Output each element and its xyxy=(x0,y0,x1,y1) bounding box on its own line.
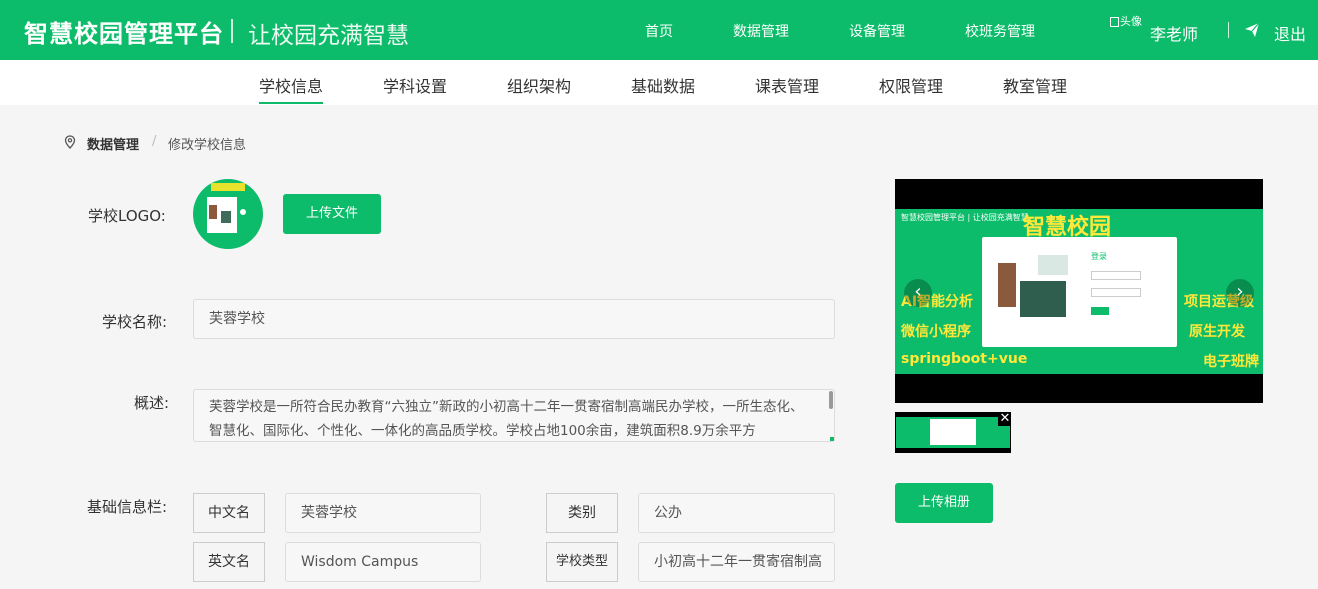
upload-file-button[interactable]: 上传文件 xyxy=(283,194,381,234)
tab-basic-data[interactable]: 基础数据 xyxy=(631,73,695,97)
carousel-slide: 智慧校园管理平台 | 让校园充满智慧 智慧校园 登录 AI智能分析 微信小程序 … xyxy=(895,209,1263,374)
top-header: 智慧校园管理平台 让校园充满智慧 首页 数据管理 设备管理 校班务管理 头像 李… xyxy=(0,0,1318,60)
avatar-alt-text: 头像 xyxy=(1120,15,1142,28)
slide-login-preview: 登录 xyxy=(982,237,1177,347)
category-input[interactable]: 公办 xyxy=(638,493,835,533)
breadcrumb-parent[interactable]: 数据管理 xyxy=(87,134,139,153)
school-logo-image xyxy=(193,179,263,249)
slide-feature-wechat: 微信小程序 xyxy=(901,324,971,340)
brand-title: 智慧校园管理平台 xyxy=(24,20,224,48)
basic-info-label: 基础信息栏: xyxy=(87,498,168,516)
tab-organization[interactable]: 组织架构 xyxy=(507,73,571,97)
carousel-prev-arrow[interactable]: ‹ xyxy=(904,279,932,307)
brand-slogan: 让校园充满智慧 xyxy=(248,23,409,49)
school-name-label: 学校名称: xyxy=(102,313,168,331)
textarea-resize-handle[interactable] xyxy=(830,437,834,441)
slide-feature-board: 电子班牌 xyxy=(1203,354,1259,370)
nav-home[interactable]: 首页 xyxy=(645,21,673,41)
broken-image-icon xyxy=(1110,17,1119,27)
tab-timetable[interactable]: 课表管理 xyxy=(755,73,819,97)
logo-label: 学校LOGO: xyxy=(88,207,166,225)
breadcrumb-current: 修改学校信息 xyxy=(168,138,247,153)
sub-navigation: 学校信息 学科设置 组织架构 基础数据 课表管理 权限管理 教室管理 xyxy=(0,60,1318,105)
breadcrumb-separator: / xyxy=(152,134,157,149)
en-name-tag: 英文名 xyxy=(193,542,265,582)
slide-feature-native: 原生开发 xyxy=(1189,324,1245,340)
nav-device-management[interactable]: 设备管理 xyxy=(849,21,905,41)
school-type-tag: 学校类型 xyxy=(546,542,618,582)
username[interactable]: 李老师 xyxy=(1150,21,1198,45)
nav-data-management[interactable]: 数据管理 xyxy=(733,21,789,41)
logout-button[interactable]: 退出 xyxy=(1274,21,1306,45)
summary-textarea[interactable]: 芙蓉学校是一所符合民办教育“六独立”新政的小初高十二年一贯寄宿制高端民办学校，一… xyxy=(193,389,835,442)
slide-login-text: 登录 xyxy=(1091,252,1107,261)
album-thumbnail[interactable]: ✕ xyxy=(895,412,1011,453)
tab-school-info[interactable]: 学校信息 xyxy=(259,73,324,104)
location-pin-icon xyxy=(64,135,76,149)
tab-classrooms[interactable]: 教室管理 xyxy=(1003,73,1067,97)
slide-feature-stack: springboot+vue xyxy=(901,351,1028,367)
category-tag: 类别 xyxy=(546,493,618,533)
send-icon[interactable] xyxy=(1244,22,1260,38)
photo-carousel[interactable]: 智慧校园管理平台 | 让校园充满智慧 智慧校园 登录 AI智能分析 微信小程序 … xyxy=(895,179,1263,403)
school-type-input[interactable]: 小初高十二年一贯寄宿制高 xyxy=(638,542,835,582)
cn-name-input[interactable]: 芙蓉学校 xyxy=(285,493,481,533)
user-divider xyxy=(1228,22,1229,38)
en-name-input[interactable]: Wisdom Campus xyxy=(285,542,481,582)
avatar[interactable]: 头像 xyxy=(1110,14,1142,48)
tab-permissions[interactable]: 权限管理 xyxy=(879,73,943,97)
textarea-scrollbar[interactable] xyxy=(829,391,833,409)
slide-header-text: 智慧校园管理平台 | 让校园充满智慧 xyxy=(901,213,1029,222)
cn-name-tag: 中文名 xyxy=(193,493,265,533)
carousel-next-arrow[interactable]: › xyxy=(1226,279,1254,307)
school-name-input[interactable]: 芙蓉学校 xyxy=(193,299,835,339)
summary-label: 概述: xyxy=(134,394,170,412)
brand-divider xyxy=(231,19,233,43)
nav-class-affairs[interactable]: 校班务管理 xyxy=(965,21,1035,41)
close-icon[interactable]: ✕ xyxy=(998,413,1010,426)
upload-album-button[interactable]: 上传相册 xyxy=(895,483,993,523)
tab-subject-settings[interactable]: 学科设置 xyxy=(383,73,447,97)
